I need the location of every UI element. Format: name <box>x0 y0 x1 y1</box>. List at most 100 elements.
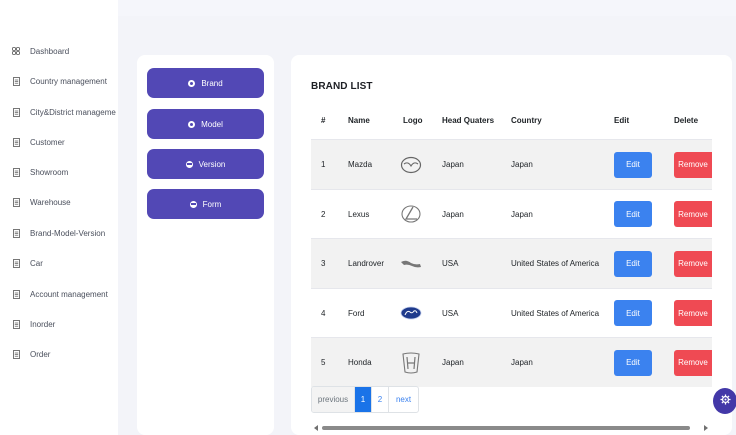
column-header: Head Quaters <box>442 116 495 125</box>
table-row: 2 Lexus Japan Japan Edit Remove <box>311 188 712 240</box>
sidebar-item-car[interactable]: Car <box>12 255 116 271</box>
logo-cell <box>400 289 422 339</box>
row-number: 3 <box>321 259 326 269</box>
gear-icon <box>719 392 731 410</box>
horizontal-scrollbar[interactable] <box>312 424 716 432</box>
sidebar-item-label: Country management <box>30 76 107 86</box>
page-2-button[interactable]: 2 <box>372 387 389 412</box>
document-icon <box>12 258 20 268</box>
brand-name: Ford <box>348 308 365 318</box>
sidebar-item-customer[interactable]: Customer <box>12 134 116 150</box>
country: United States of America <box>511 308 600 318</box>
row-number: 2 <box>321 209 326 219</box>
brand-name: Honda <box>348 358 372 368</box>
dot-icon <box>188 120 196 128</box>
sidebar-item-city-district-management[interactable]: City&District management <box>12 104 116 120</box>
logo-cell <box>400 239 422 289</box>
headquarters: Japan <box>442 160 464 170</box>
edit-cell: Edit <box>614 338 652 388</box>
brand-button[interactable]: Brand <box>147 68 264 98</box>
minus-circle-icon <box>185 160 193 168</box>
sidebar: Dashboard Country management City&Distri… <box>0 0 118 435</box>
column-header: # <box>321 116 326 125</box>
table-row: 3 Landrover USA United States of America… <box>311 238 712 288</box>
settings-button[interactable] <box>713 388 736 414</box>
sidebar-item-showroom[interactable]: Showroom <box>12 164 116 180</box>
document-icon <box>12 76 20 86</box>
sidebar-item-label: Car <box>30 258 43 268</box>
edit-button[interactable]: Edit <box>614 250 652 277</box>
delete-cell: Remove <box>674 338 712 388</box>
remove-button[interactable]: Remove <box>674 300 712 327</box>
version-button-label: Version <box>198 159 226 169</box>
brand-table: # Name Logo Head Quaters Country Edit De… <box>311 115 712 387</box>
edit-button[interactable]: Edit <box>614 300 652 327</box>
edit-cell: Edit <box>614 289 652 339</box>
model-button[interactable]: Model <box>147 109 264 139</box>
remove-button[interactable]: Remove <box>674 349 712 376</box>
country: Japan <box>511 160 533 170</box>
column-header: Delete <box>674 116 699 125</box>
document-icon <box>12 107 20 117</box>
row-number: 4 <box>321 308 326 318</box>
form-button-label: Form <box>202 199 222 209</box>
grid-icon <box>12 47 20 56</box>
country: Japan <box>511 209 533 219</box>
headquarters: Japan <box>442 209 464 219</box>
sidebar-item-warehouse[interactable]: Warehouse <box>12 194 116 210</box>
table-row: 5 Honda Japan Japan Edit Remove <box>311 337 712 387</box>
sidebar-item-label: Account management <box>30 289 108 299</box>
edit-cell: Edit <box>614 140 652 190</box>
sidebar-item-brand-model-version[interactable]: Brand-Model-Version <box>12 225 116 241</box>
column-header: Edit <box>614 116 630 125</box>
remove-button[interactable]: Remove <box>674 250 712 277</box>
sidebar-item-label: Inorder <box>30 319 56 329</box>
sidebar-item-label: Warehouse <box>30 197 71 207</box>
headquarters: USA <box>442 308 459 318</box>
previous-page-button[interactable]: previous <box>312 387 355 412</box>
sidebar-item-label: Customer <box>30 137 65 147</box>
version-button[interactable]: Version <box>147 149 264 179</box>
form-button[interactable]: Form <box>147 189 264 219</box>
lexus-logo-icon <box>400 203 422 225</box>
dot-icon <box>188 79 196 87</box>
scroll-left-icon[interactable] <box>314 425 318 431</box>
sidebar-item-inorder[interactable]: Inorder <box>12 316 116 332</box>
edit-button[interactable]: Edit <box>614 349 652 376</box>
table-row: 1 Mazda Japan Japan Edit Remove <box>311 139 712 189</box>
brand-name: Lexus <box>348 209 370 219</box>
page-1-button[interactable]: 1 <box>355 387 372 412</box>
sidebar-item-label: City&District management <box>30 107 116 117</box>
document-icon <box>12 289 20 299</box>
brand-name: Mazda <box>348 160 373 170</box>
remove-button[interactable]: Remove <box>674 201 712 228</box>
next-page-button[interactable]: next <box>389 387 418 412</box>
sidebar-item-account-management[interactable]: Account management <box>12 286 116 302</box>
ford-logo-icon <box>400 302 422 324</box>
mazda-logo-icon <box>400 154 422 176</box>
page-title: BRAND LIST <box>311 81 373 92</box>
brand-name: Landrover <box>348 259 385 269</box>
scroll-right-icon[interactable] <box>704 425 708 431</box>
sidebar-item-label: Showroom <box>30 167 69 177</box>
headquarters: Japan <box>442 358 464 368</box>
jaguar-logo-icon <box>400 253 422 275</box>
sidebar-item-country-management[interactable]: Country management <box>12 73 116 89</box>
sidebar-item-label: Order <box>30 349 51 359</box>
scrollbar-thumb[interactable] <box>322 426 690 430</box>
edit-button[interactable]: Edit <box>614 201 652 228</box>
row-number: 1 <box>321 160 326 170</box>
sidebar-item-label: Brand-Model-Version <box>30 228 106 238</box>
pagination: previous 1 2 next <box>311 386 419 413</box>
document-icon <box>12 228 20 238</box>
edit-cell: Edit <box>614 190 652 240</box>
document-icon <box>12 167 20 177</box>
category-menu-card: Brand Model Version Form <box>137 55 274 435</box>
sidebar-item-dashboard[interactable]: Dashboard <box>12 43 116 59</box>
remove-button[interactable]: Remove <box>674 151 712 178</box>
headquarters: USA <box>442 259 459 269</box>
top-bar <box>118 0 736 16</box>
document-icon <box>12 349 20 359</box>
sidebar-item-order[interactable]: Order <box>12 346 116 362</box>
edit-button[interactable]: Edit <box>614 151 652 178</box>
